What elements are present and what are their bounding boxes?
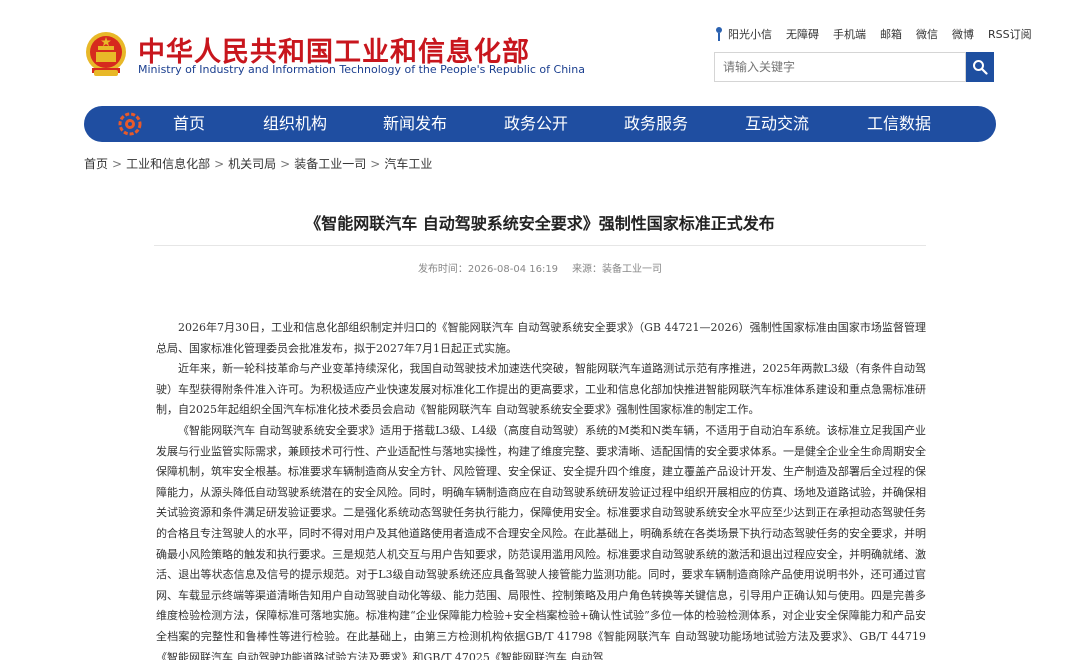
nav-item-interaction[interactable]: 互动交流 (745, 106, 809, 142)
site-header: 中华人民共和国工业和信息化部 Ministry of Industry and … (0, 0, 1080, 100)
breadcrumb-auto-industry[interactable]: 汽车工业 (384, 157, 432, 171)
top-link-sunshine[interactable]: 阳光小信 (728, 26, 772, 42)
title-divider (154, 245, 926, 246)
article-paragraph: 近年来，新一轮科技革命与产业变革持续深化，我国自动驾驶技术加速迭代突破，智能网联… (156, 362, 926, 417)
breadcrumb-ministry[interactable]: 工业和信息化部 (126, 157, 210, 171)
article-source: 来源：装备工业一司 (572, 264, 663, 275)
article-paragraph: 2026年7月30日，工业和信息化部组织制定并归口的《智能网联汽车 自动驾驶系统… (156, 321, 926, 355)
top-link-rss[interactable]: RSS订阅 (988, 26, 1032, 42)
nav-item-news[interactable]: 新闻发布 (383, 106, 447, 142)
top-link-weibo[interactable]: 微博 (952, 26, 974, 42)
search-input[interactable] (714, 52, 966, 82)
top-link-mobile[interactable]: 手机端 (833, 26, 866, 42)
search-button[interactable] (966, 52, 994, 82)
top-link-accessibility[interactable]: 无障碍 (786, 26, 819, 42)
article-paragraph: 《智能网联汽车 自动驾驶系统安全要求》适用于搭载L3级、L4级（高度自动驾驶）系… (156, 423, 926, 660)
top-links: 阳光小信 无障碍 手机端 邮箱 微信 微博 RSS订阅 (714, 26, 1032, 42)
top-link-wechat[interactable]: 微信 (916, 26, 938, 42)
nav-item-government-services[interactable]: 政务服务 (624, 106, 688, 142)
nav-item-data[interactable]: 工信数据 (867, 106, 931, 142)
breadcrumb-separator: > (214, 157, 225, 171)
article-title: 《智能网联汽车 自动驾驶系统安全要求》强制性国家标准正式发布 (305, 214, 775, 233)
breadcrumb: 首页 > 工业和信息化部 > 机关司局 > 装备工业一司 > 汽车工业 (84, 155, 432, 172)
national-emblem-icon[interactable] (84, 30, 128, 78)
breadcrumb-separator: > (112, 157, 123, 171)
article-body: 2026年7月30日，工业和信息化部组织制定并归口的《智能网联汽车 自动驾驶系统… (156, 318, 926, 660)
nav-item-home[interactable]: 首页 (173, 106, 205, 142)
top-link-mailbox[interactable]: 邮箱 (880, 26, 902, 42)
breadcrumb-home[interactable]: 首页 (84, 157, 108, 171)
breadcrumb-separator: > (370, 157, 381, 171)
breadcrumb-departments[interactable]: 机关司局 (228, 157, 276, 171)
breadcrumb-separator: > (280, 157, 291, 171)
main-nav: 首页 组织机构 新闻发布 政务公开 政务服务 互动交流 工信数据 (84, 106, 996, 142)
article-meta: 发布时间：2026-08-04 16:19 来源：装备工业一司 (0, 260, 1080, 275)
sunshine-icon (714, 27, 724, 41)
nav-item-organization[interactable]: 组织机构 (263, 106, 327, 142)
breadcrumb-equipment-dept[interactable]: 装备工业一司 (294, 157, 366, 171)
search-icon (973, 60, 988, 75)
miit-logo-icon (118, 112, 142, 136)
nav-item-government-affairs[interactable]: 政务公开 (504, 106, 568, 142)
publish-time: 发布时间：2026-08-04 16:19 (417, 264, 559, 275)
site-title-english: Ministry of Industry and Information Tec… (138, 63, 585, 76)
